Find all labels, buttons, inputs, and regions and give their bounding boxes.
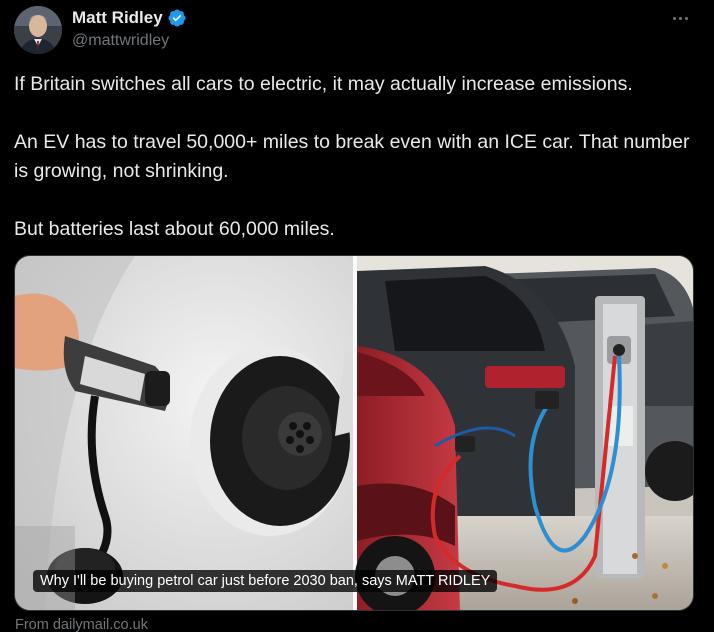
tweet-header: Matt Ridley @mattwridley	[14, 4, 700, 54]
more-options-icon[interactable]	[666, 8, 694, 28]
card-caption[interactable]: Why I'll be buying petrol car just befor…	[33, 570, 498, 592]
author-handle[interactable]: @mattwridley	[72, 32, 169, 50]
tweet-paragraph-2: An EV has to travel 50,000+ miles to bre…	[14, 131, 690, 182]
link-card[interactable]: Why I'll be buying petrol car just befor…	[14, 255, 694, 611]
author-name[interactable]: Matt Ridley	[72, 8, 163, 28]
tweet-text: If Britain switches all cars to electric…	[14, 70, 700, 244]
card-source[interactable]: From dailymail.co.uk	[15, 617, 148, 632]
avatar[interactable]	[14, 6, 62, 54]
tweet-paragraph-3: But batteries last about 60,000 miles.	[14, 218, 335, 240]
tweet-paragraph-1: If Britain switches all cars to electric…	[14, 73, 633, 95]
verified-badge-icon	[168, 9, 186, 27]
ev-charging-photo	[15, 256, 693, 610]
